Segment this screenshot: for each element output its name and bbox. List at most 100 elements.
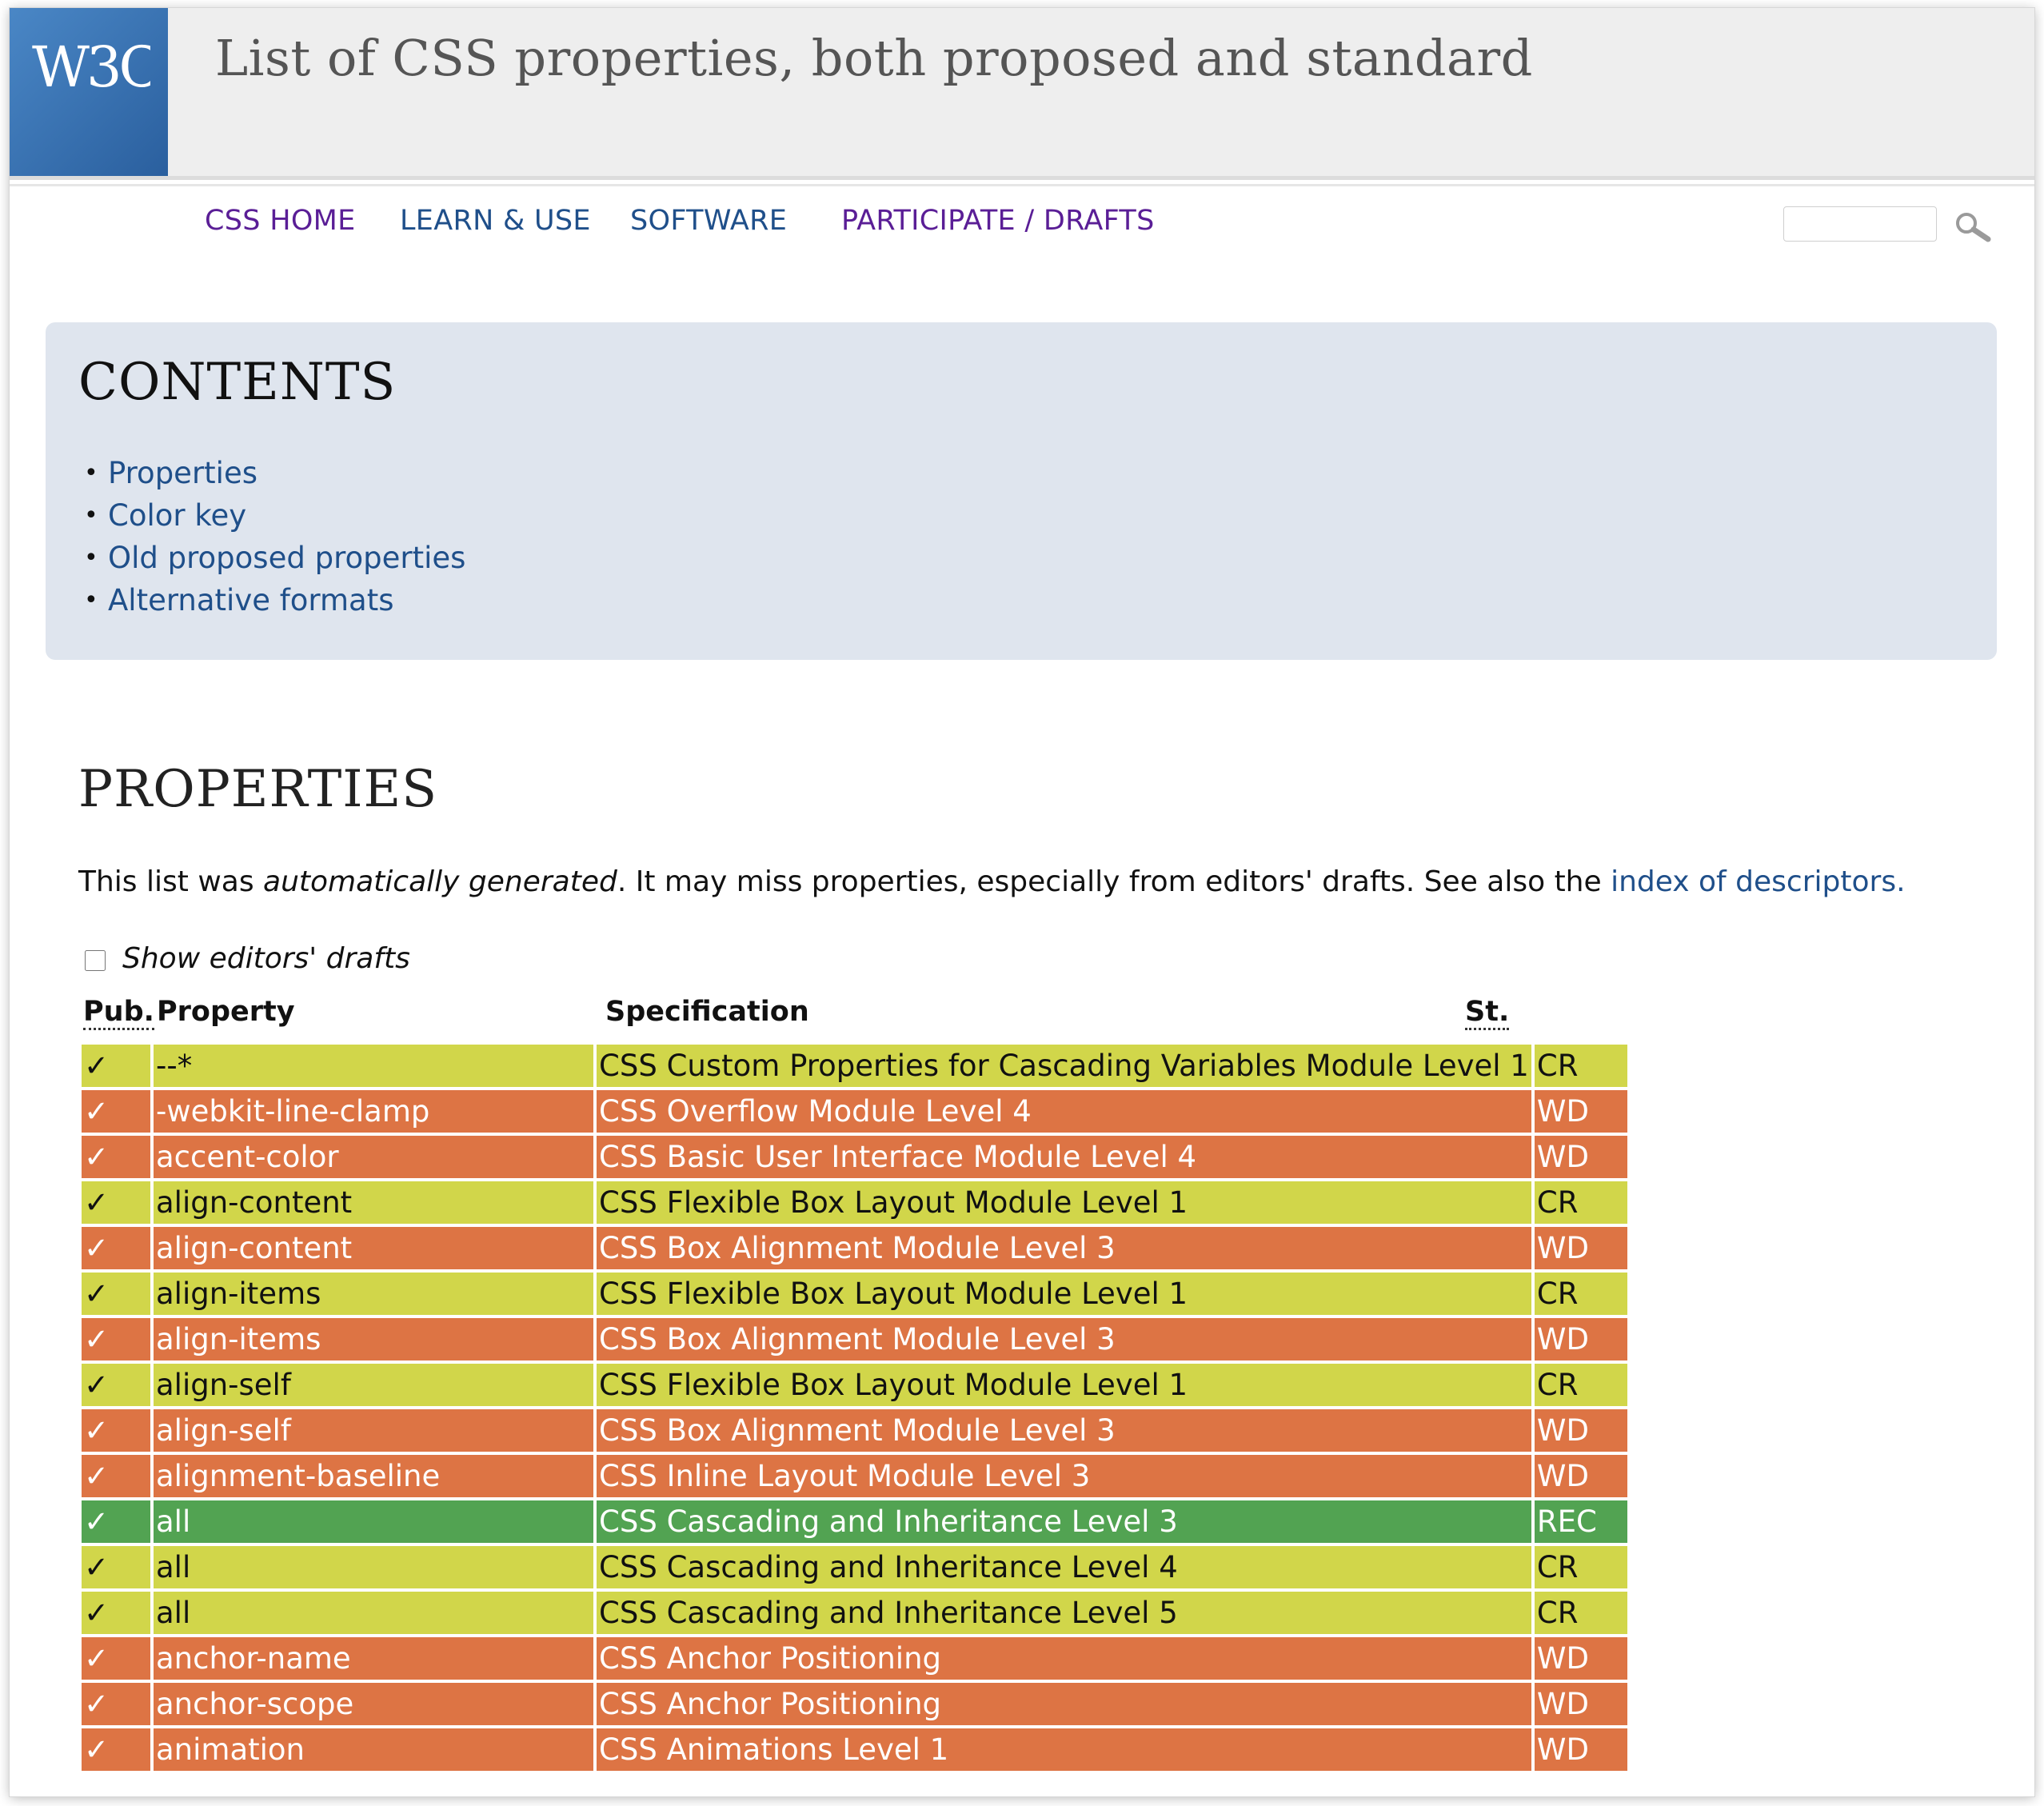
search-input[interactable] — [1783, 206, 1937, 242]
check-icon: ✓ — [84, 1049, 110, 1083]
specification-link[interactable]: CSS Cascading and Inheritance Level 5 — [599, 1596, 1178, 1630]
toc-item: Alternative formats — [78, 579, 465, 621]
show-editors-drafts-label[interactable]: Show editors' drafts — [122, 942, 410, 975]
specification-cell: CSS Inline Layout Module Level 3 — [597, 1455, 1531, 1497]
check-icon: ✓ — [84, 1641, 110, 1676]
w3c-logo-icon: W3C — [32, 34, 150, 100]
column-header-pub: Pub. — [83, 996, 154, 1030]
page-title: List of CSS properties, both proposed an… — [215, 29, 1533, 87]
status-badge: WD — [1536, 1322, 1589, 1356]
column-header-specification: Specification — [605, 996, 809, 1028]
specification-cell: CSS Cascading and Inheritance Level 4 — [597, 1546, 1531, 1588]
check-icon: ✓ — [84, 1140, 110, 1174]
property-link[interactable]: alignment-baseline — [156, 1459, 440, 1493]
property-cell: all — [154, 1592, 593, 1634]
table-row: ✓ all CSS Cascading and Inheritance Level … — [82, 1546, 1627, 1588]
specification-link[interactable]: CSS Anchor Positioning — [599, 1641, 941, 1676]
property-link[interactable]: anchor-scope — [156, 1687, 353, 1721]
published-check-cell: ✓ — [82, 1227, 150, 1269]
properties-table: ✓ --* CSS Custom Properties for Cascading … — [78, 1041, 1631, 1774]
property-cell: -webkit-line-clamp — [154, 1090, 593, 1133]
property-link[interactable]: align-self — [156, 1413, 291, 1448]
header-divider-secondary — [10, 184, 2034, 186]
specification-link[interactable]: CSS Cascading and Inheritance Level 3 — [599, 1504, 1178, 1539]
properties-table-body: ✓ --* CSS Custom Properties for Cascading … — [82, 1045, 1627, 1771]
specification-cell: CSS Flexible Box Layout Module Level 1 — [597, 1364, 1531, 1406]
table-row: ✓ --* CSS Custom Properties for Cascading … — [82, 1045, 1627, 1087]
check-icon: ✓ — [84, 1094, 110, 1129]
property-link[interactable]: -webkit-line-clamp — [156, 1094, 429, 1129]
property-link[interactable]: anchor-name — [156, 1641, 351, 1676]
search-button[interactable] — [1953, 210, 1994, 242]
header-divider — [10, 176, 2034, 180]
property-link[interactable]: align-content — [156, 1185, 352, 1220]
property-link[interactable]: align-items — [156, 1277, 321, 1311]
index-of-descriptors-link[interactable]: index of descriptors. — [1611, 865, 1905, 898]
property-link[interactable]: all — [156, 1504, 190, 1539]
status-badge: CR — [1536, 1049, 1579, 1083]
check-icon: ✓ — [84, 1596, 110, 1630]
toc-link-old-proposed-properties[interactable]: Old proposed properties — [108, 541, 465, 575]
nav-software[interactable]: SOFTWARE — [630, 205, 787, 237]
check-icon: ✓ — [84, 1732, 110, 1767]
toc-link-properties[interactable]: Properties — [108, 456, 257, 490]
status-cell: WD — [1534, 1227, 1627, 1269]
column-header-status: St. — [1465, 996, 1510, 1030]
w3c-logo[interactable]: W3C — [10, 8, 168, 176]
property-cell: anchor-name — [154, 1637, 593, 1680]
property-cell: accent-color — [154, 1136, 593, 1178]
table-row: ✓ -webkit-line-clamp CSS Overflow Module L… — [82, 1090, 1627, 1133]
table-row: ✓ all CSS Cascading and Inheritance Level … — [82, 1592, 1627, 1634]
specification-cell: CSS Animations Level 1 — [597, 1728, 1531, 1771]
published-check-cell: ✓ — [82, 1683, 150, 1725]
property-link[interactable]: align-self — [156, 1368, 291, 1402]
property-link[interactable]: all — [156, 1550, 190, 1584]
nav-css-home[interactable]: CSS HOME — [205, 205, 356, 237]
toc-item: Color key — [78, 494, 465, 537]
published-check-cell: ✓ — [82, 1546, 150, 1588]
specification-link[interactable]: CSS Flexible Box Layout Module Level 1 — [599, 1368, 1188, 1402]
specification-cell: CSS Custom Properties for Cascading Vari… — [597, 1045, 1531, 1087]
specification-link[interactable]: CSS Box Alignment Module Level 3 — [599, 1322, 1116, 1356]
table-row: ✓ align-items CSS Box Alignment Module Lev… — [82, 1318, 1627, 1360]
specification-link[interactable]: CSS Basic User Interface Module Level 4 — [599, 1140, 1196, 1174]
nav-learn-use[interactable]: LEARN & USE — [400, 205, 591, 237]
properties-intro: This list was automatically generated. I… — [78, 865, 1906, 898]
published-check-cell: ✓ — [82, 1273, 150, 1315]
property-link[interactable]: align-content — [156, 1231, 352, 1265]
status-badge: CR — [1536, 1277, 1579, 1311]
intro-text: This list was — [78, 865, 264, 898]
property-cell: all — [154, 1500, 593, 1543]
specification-link[interactable]: CSS Inline Layout Module Level 3 — [599, 1459, 1090, 1493]
property-link[interactable]: all — [156, 1596, 190, 1630]
table-row: ✓ align-items CSS Flexible Box Layout Modu… — [82, 1273, 1627, 1315]
property-link[interactable]: align-items — [156, 1322, 321, 1356]
specification-link[interactable]: CSS Overflow Module Level 4 — [599, 1094, 1032, 1129]
status-cell: WD — [1534, 1090, 1627, 1133]
specification-link[interactable]: CSS Flexible Box Layout Module Level 1 — [599, 1185, 1188, 1220]
property-link[interactable]: accent-color — [156, 1140, 339, 1174]
published-check-cell: ✓ — [82, 1637, 150, 1680]
specification-cell: CSS Cascading and Inheritance Level 3 — [597, 1500, 1531, 1543]
nav-participate-drafts[interactable]: PARTICIPATE / DRAFTS — [841, 205, 1155, 237]
toc-link-color-key[interactable]: Color key — [108, 498, 246, 533]
status-badge: CR — [1536, 1596, 1579, 1630]
show-editors-drafts-checkbox[interactable] — [85, 950, 106, 971]
specification-link[interactable]: CSS Custom Properties for Cascading Vari… — [599, 1049, 1529, 1083]
table-row: ✓ all CSS Cascading and Inheritance Level … — [82, 1500, 1627, 1543]
table-row: ✓ align-content CSS Box Alignment Module L… — [82, 1227, 1627, 1269]
property-link[interactable]: --* — [156, 1049, 192, 1083]
specification-link[interactable]: CSS Box Alignment Module Level 3 — [599, 1231, 1116, 1265]
specification-link[interactable]: CSS Cascading and Inheritance Level 4 — [599, 1550, 1178, 1584]
toc-link-alternative-formats[interactable]: Alternative formats — [108, 583, 393, 617]
search-icon — [1956, 213, 1991, 242]
specification-link[interactable]: CSS Animations Level 1 — [599, 1732, 948, 1767]
published-check-cell: ✓ — [82, 1181, 150, 1224]
specification-link[interactable]: CSS Box Alignment Module Level 3 — [599, 1413, 1116, 1448]
status-cell: WD — [1534, 1455, 1627, 1497]
specification-link[interactable]: CSS Flexible Box Layout Module Level 1 — [599, 1277, 1188, 1311]
property-link[interactable]: animation — [156, 1732, 305, 1767]
specification-cell: CSS Flexible Box Layout Module Level 1 — [597, 1273, 1531, 1315]
toc-item: Properties — [78, 452, 465, 494]
specification-link[interactable]: CSS Anchor Positioning — [599, 1687, 941, 1721]
